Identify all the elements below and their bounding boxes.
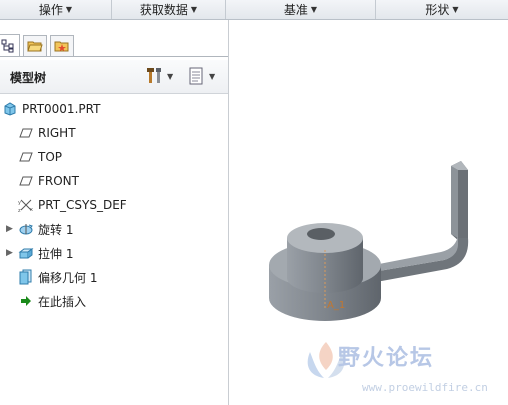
- svg-text:y: y: [18, 200, 21, 206]
- offset-geometry-icon: [18, 269, 34, 285]
- ribbon-group-datum[interactable]: 基准 ▼: [226, 0, 376, 19]
- folder-browser-icon: [27, 41, 43, 52]
- tree-node-label: PRT_CSYS_DEF: [38, 198, 127, 212]
- tree-node-offset-geometry[interactable]: 偏移几何 1: [18, 267, 97, 287]
- svg-text:z: z: [18, 208, 21, 213]
- tree-show-button[interactable]: ▼: [188, 66, 215, 86]
- tree-node-datum-top[interactable]: TOP: [18, 147, 62, 167]
- tree-node-label: RIGHT: [38, 126, 76, 140]
- tree-settings-button[interactable]: ▼: [146, 66, 173, 86]
- tree-node-label: 在此插入: [38, 294, 87, 309]
- insert-here-arrow-icon: [18, 293, 34, 309]
- favorites-icon: [54, 41, 69, 52]
- show-list-icon: [189, 67, 203, 85]
- tree-node-revolve[interactable]: 旋转 1: [18, 219, 73, 239]
- extrude-icon: [18, 245, 34, 261]
- chevron-down-icon: ▼: [452, 5, 459, 14]
- tree-node-label: FRONT: [38, 174, 79, 188]
- watermark-title: 野火论坛: [338, 346, 435, 371]
- tree-node-csys[interactable]: y x z PRT_CSYS_DEF: [18, 195, 127, 215]
- ribbon-group-label: 基准: [283, 3, 308, 17]
- chevron-down-icon: ▼: [167, 71, 174, 81]
- chevron-down-icon: ▼: [190, 5, 198, 14]
- chevron-down-icon: ▼: [65, 5, 73, 14]
- ribbon-group-get-data[interactable]: 获取数据 ▼: [112, 0, 226, 19]
- navigator-tabs: [0, 33, 228, 57]
- tree-node-datum-front[interactable]: FRONT: [18, 171, 79, 191]
- tree-node-label: 拉伸 1: [38, 246, 74, 261]
- datum-plane-icon: [18, 149, 34, 165]
- expand-arrow-icon[interactable]: ▶: [6, 219, 14, 239]
- axis-label: A_1: [327, 300, 345, 311]
- ribbon-group-shapes[interactable]: 形状 ▼: [376, 0, 508, 19]
- navigator-panel: 模型树 ▼ ▼ PRT0001.PRT RIGHT TOP FRONT y x …: [0, 20, 229, 405]
- ribbon-group-label: 获取数据: [139, 3, 188, 17]
- tab-folder-browser[interactable]: [23, 35, 47, 56]
- tree-node-label: 偏移几何 1: [38, 270, 98, 285]
- settings-tools-icon: [147, 68, 161, 83]
- tree-node-label: 旋转 1: [38, 222, 74, 237]
- chevron-down-icon: ▼: [310, 5, 318, 14]
- tree-node-part[interactable]: PRT0001.PRT: [2, 99, 100, 119]
- svg-text:x: x: [30, 207, 33, 213]
- model-tree-icon: [1, 39, 14, 52]
- tree-node-datum-right[interactable]: RIGHT: [18, 123, 76, 143]
- revolve-icon: [18, 221, 34, 237]
- datum-plane-icon: [18, 173, 34, 189]
- tree-node-label: PRT0001.PRT: [22, 102, 101, 116]
- watermark-url: www.proewildfire.cn: [362, 381, 488, 394]
- chevron-down-icon: ▼: [209, 71, 216, 81]
- tree-toolbar: 模型树 ▼ ▼: [0, 60, 228, 94]
- ribbon-group-operations[interactable]: 操作 ▼: [0, 0, 112, 19]
- ribbon-group-label: 形状: [425, 3, 450, 17]
- datum-plane-icon: [18, 125, 34, 141]
- expand-arrow-icon[interactable]: ▶: [6, 243, 14, 263]
- part-icon: [2, 101, 18, 117]
- tree-node-insert-here[interactable]: 在此插入: [18, 291, 86, 311]
- tab-favorites[interactable]: [50, 35, 74, 56]
- tree-node-extrude[interactable]: 拉伸 1: [18, 243, 73, 263]
- hook-arm: [376, 161, 469, 282]
- ribbon-group-label: 操作: [38, 3, 63, 17]
- tree-node-label: TOP: [38, 150, 63, 164]
- ribbon-bar: 操作 ▼ 获取数据 ▼ 基准 ▼ 形状 ▼: [0, 0, 508, 20]
- tab-model-tree[interactable]: [0, 34, 20, 56]
- csys-icon: y x z: [18, 197, 34, 213]
- tree-title: 模型树: [10, 71, 47, 85]
